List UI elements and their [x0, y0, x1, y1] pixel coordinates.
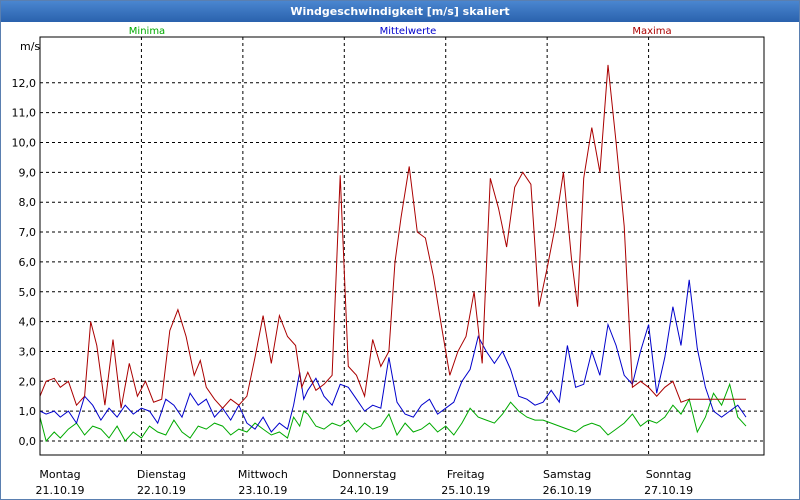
x-tick-date: 27.10.19 [644, 484, 693, 497]
y-tick-label: 9,0 [19, 166, 37, 179]
plot-area-border [39, 36, 765, 456]
series-line-minima [39, 382, 747, 443]
grid-lines [40, 37, 764, 455]
x-tick-date: 26.10.19 [543, 484, 592, 497]
x-tick-date: 24.10.19 [340, 484, 389, 497]
x-tick-day: Mittwoch [238, 468, 288, 481]
x-tick-date: 23.10.19 [238, 484, 287, 497]
legend-entry: Mittelwerte [380, 26, 437, 37]
x-tick-day: Samstag [543, 468, 591, 481]
y-tick-label: 10,0 [12, 137, 37, 150]
x-tick-day: Montag [39, 468, 80, 481]
series-line-maxima [39, 64, 746, 409]
y-tick-label: 6,0 [19, 256, 37, 269]
x-tick-day: Sonntag [646, 468, 692, 481]
x-tick-day: Donnerstag [332, 468, 396, 481]
y-tick-label: 8,0 [19, 196, 37, 209]
x-axis-ticks: Montag 21.10.19 Dienstag 22.10.19 Mittwoch 23… [36, 468, 694, 497]
x-tick-day: Freitag [447, 468, 485, 481]
x-tick-date: 21.10.19 [36, 484, 85, 497]
data-series [39, 64, 747, 443]
x-tick-day: Dienstag [137, 468, 186, 481]
y-tick-label: 5,0 [19, 286, 37, 299]
y-tick-label: 12,0 [12, 77, 37, 90]
series-line-mittelwerte [39, 279, 747, 433]
y-tick-label: 3,0 [19, 345, 37, 358]
chart-svg: 0,0 1,0 2,0 3,0 4,0 5,0 6,0 7,0 8,0 9,0 10,0 11,0 12… [12, 26, 765, 497]
y-tick-label: 7,0 [19, 226, 37, 239]
y-tick-label: 0,0 [19, 435, 37, 448]
y-tick-label: 11,0 [12, 107, 37, 120]
y-axis-label: m/s [20, 40, 40, 53]
legend-entry: Minima [129, 26, 165, 37]
x-tick-date: 25.10.19 [441, 484, 490, 497]
y-tick-label: 4,0 [19, 316, 37, 329]
y-tick-label: 1,0 [19, 405, 37, 418]
legend-entry: Maxima [632, 26, 671, 37]
legend: Minima Mittelwerte Maxima [129, 26, 672, 37]
x-tick-date: 22.10.19 [137, 484, 186, 497]
y-axis-ticks: 0,0 1,0 2,0 3,0 4,0 5,0 6,0 7,0 8,0 9,0 10,0 11,0 12… [12, 77, 37, 448]
y-tick-label: 2,0 [19, 375, 37, 388]
